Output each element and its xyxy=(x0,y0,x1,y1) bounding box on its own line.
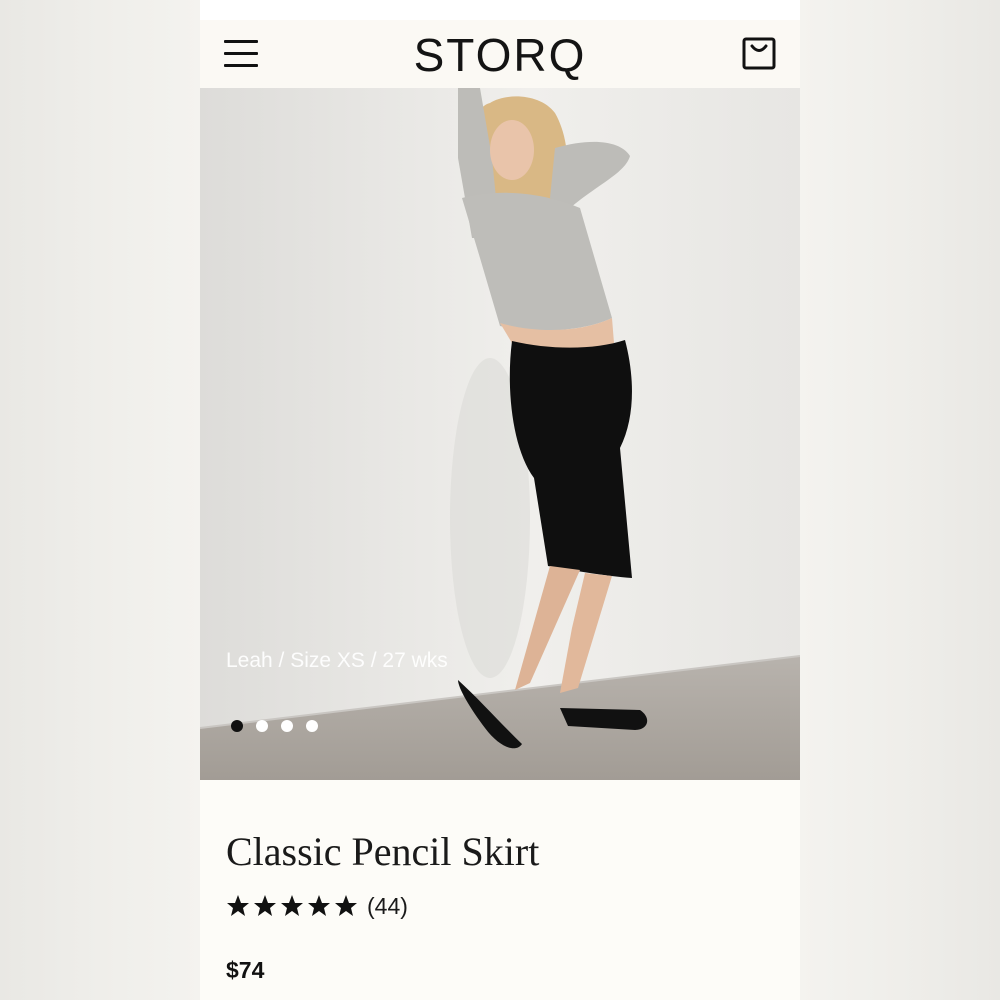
carousel-dot-4[interactable] xyxy=(306,720,318,732)
carousel-dot-2[interactable] xyxy=(256,720,268,732)
shopping-bag-icon xyxy=(742,37,776,70)
product-image-carousel[interactable]: Leah / Size XS / 27 wks xyxy=(200,88,800,780)
star-icon xyxy=(254,895,276,916)
cart-button[interactable] xyxy=(741,37,777,71)
site-header: STORQ xyxy=(200,20,800,88)
star-icon xyxy=(227,895,249,916)
model-caption: Leah / Size XS / 27 wks xyxy=(226,649,448,672)
star-icon xyxy=(308,895,330,916)
hamburger-menu-icon xyxy=(224,40,258,68)
phone-screen: STORQ Leah / Size XS / 27 wks Classic Pe… xyxy=(200,0,800,1000)
star-icon xyxy=(335,895,357,916)
review-count[interactable]: (44) xyxy=(367,890,408,922)
status-bar xyxy=(200,0,800,20)
product-photo xyxy=(200,88,800,780)
product-price: $74 xyxy=(226,957,265,983)
brand-logo[interactable]: STORQ xyxy=(350,30,650,80)
carousel-dot-3[interactable] xyxy=(281,720,293,732)
star-icon xyxy=(281,895,303,916)
product-title: Classic Pencil Skirt xyxy=(226,829,540,874)
carousel-dot-1[interactable] xyxy=(231,720,243,732)
menu-button[interactable] xyxy=(224,40,258,68)
